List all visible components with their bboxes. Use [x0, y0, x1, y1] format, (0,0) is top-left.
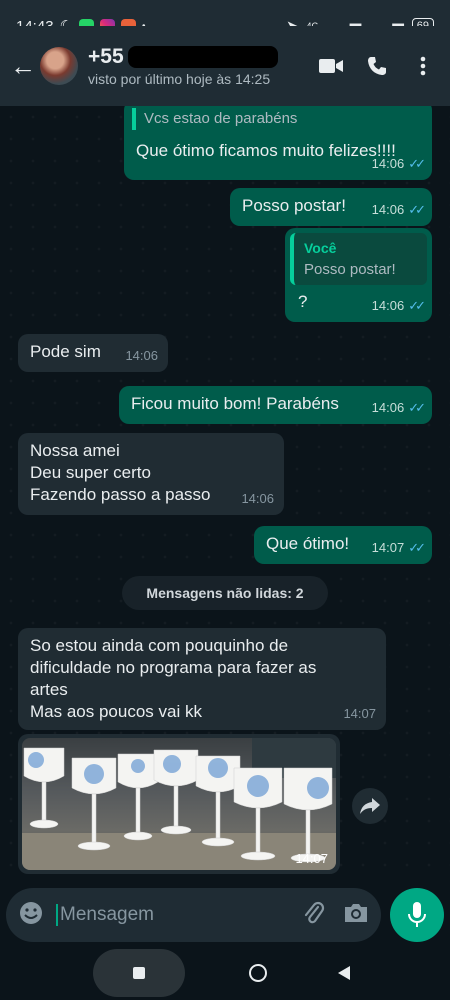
quoted-message[interactable]: Você Posso postar!	[290, 233, 427, 285]
message-input[interactable]: Mensagem	[56, 904, 303, 926]
message-line: dificuldade no programa para fazer as	[30, 658, 317, 677]
contact-info[interactable]: +55 visto por último hoje às 14:25	[88, 45, 302, 87]
message-line: Nossa amei	[30, 441, 120, 460]
quoted-text: Posso postar!	[304, 261, 396, 278]
message-bubble-outgoing[interactable]: Ficou muito bom! Parabéns 14:06 ✓✓	[119, 386, 432, 424]
read-ticks-icon: ✓✓	[408, 400, 426, 415]
image-message[interactable]: 14:07	[18, 734, 340, 874]
message-time: 14:06	[371, 298, 405, 313]
contact-avatar[interactable]	[40, 47, 78, 85]
message-bubble-outgoing[interactable]: Vcs estao de parabéns Que ótimo ficamos …	[124, 106, 432, 180]
message-bubble-incoming[interactable]: Pode sim 14:06	[18, 334, 168, 372]
message-time: 14:06	[371, 202, 405, 217]
camera-icon[interactable]	[343, 902, 369, 929]
chat-area[interactable]: Vcs estao de parabéns Que ótimo ficamos …	[0, 106, 450, 882]
emoji-icon[interactable]	[18, 900, 44, 931]
home-button[interactable]	[245, 960, 271, 986]
voice-call-icon[interactable]	[360, 49, 394, 83]
message-line: artes	[30, 680, 68, 699]
circle-icon	[249, 964, 267, 982]
message-text: Que ótimo!	[266, 534, 350, 553]
message-bubble-incoming[interactable]: Nossa amei Deu super certo Fazendo passo…	[18, 433, 284, 515]
back-arrow-icon[interactable]: ←	[10, 51, 36, 82]
message-bubble-outgoing[interactable]: Você Posso postar! ? 14:06 ✓✓	[285, 228, 432, 322]
message-bubble-outgoing[interactable]: Que ótimo! 14:07 ✓✓	[254, 526, 432, 564]
message-time: 14:06	[371, 156, 405, 171]
read-ticks-icon: ✓✓	[408, 202, 426, 217]
forward-icon[interactable]	[352, 788, 388, 824]
read-ticks-icon: ✓✓	[408, 156, 426, 171]
quoted-author: Você	[304, 240, 337, 256]
mic-icon	[408, 902, 426, 927]
message-time: 14:06	[125, 348, 158, 363]
system-nav-bar	[0, 946, 450, 1000]
back-button[interactable]	[331, 960, 357, 986]
last-seen: visto por último hoje às 14:25	[88, 71, 271, 87]
chat-header: ← +55 visto por último hoje às 14:25	[0, 26, 450, 106]
message-line: Fazendo passo a passo	[30, 485, 211, 504]
message-bubble-incoming[interactable]: So estou ainda com pouquinho de dificuld…	[18, 628, 386, 730]
quoted-text: Vcs estao de parabéns	[132, 108, 420, 130]
square-icon	[133, 967, 145, 979]
message-input-bar: Mensagem	[6, 888, 381, 942]
message-text: Pode sim	[30, 342, 101, 361]
triangle-back-icon	[338, 966, 350, 980]
message-text: Ficou muito bom! Parabéns	[131, 394, 339, 413]
photo-thumbnail[interactable]: 14:07	[22, 738, 336, 870]
wine-glasses-photo	[22, 738, 336, 870]
message-text: Posso postar!	[242, 196, 346, 215]
video-call-icon[interactable]	[314, 49, 348, 83]
unread-messages-divider: Mensagens não lidas: 2	[122, 576, 328, 610]
recent-apps-button[interactable]	[93, 949, 185, 997]
message-time: 14:07	[343, 706, 376, 721]
read-ticks-icon: ✓✓	[408, 540, 426, 555]
message-time: 14:07	[371, 540, 405, 555]
message-line: Mas aos poucos vai kk	[30, 702, 202, 721]
message-line: Deu super certo	[30, 463, 151, 482]
message-bubble-outgoing[interactable]: Posso postar! 14:06 ✓✓	[230, 188, 432, 226]
message-time: 14:06	[371, 400, 405, 415]
image-time: 14:07	[295, 851, 328, 866]
contact-name: +55	[88, 45, 124, 68]
menu-dots-icon[interactable]	[406, 49, 440, 83]
read-ticks-icon: ✓✓	[408, 298, 426, 313]
redacted-number	[127, 46, 278, 68]
mic-button[interactable]	[390, 888, 444, 942]
message-time: 14:06	[241, 491, 274, 506]
message-line: So estou ainda com pouquinho de	[30, 636, 289, 655]
attach-icon[interactable]	[303, 900, 325, 931]
